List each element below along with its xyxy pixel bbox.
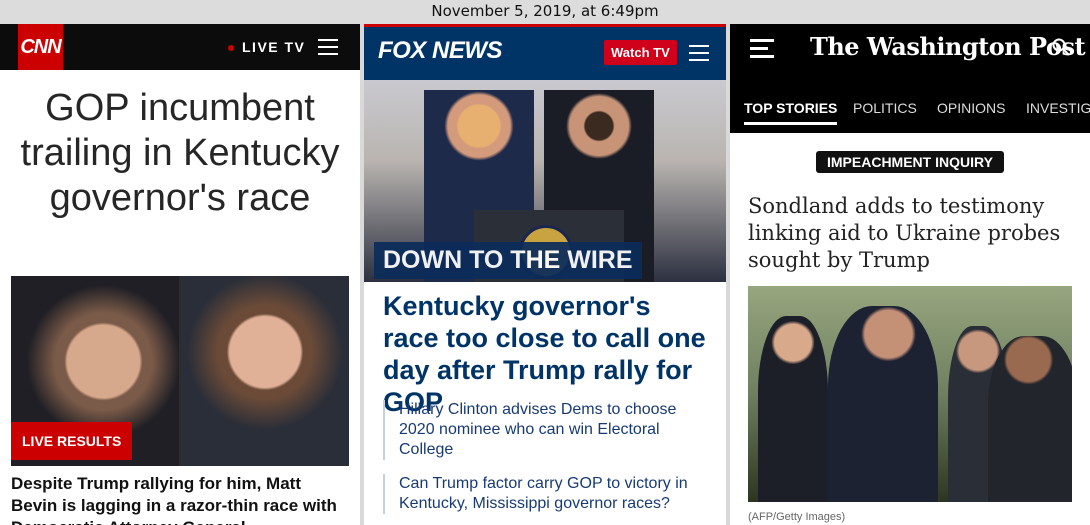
related-link[interactable]: Hillary Clinton advises Dems to choose 2… <box>383 400 703 460</box>
fox-banner: DOWN TO THE WIRE <box>374 242 642 279</box>
wapo-headline[interactable]: Sondland adds to testimony linking aid t… <box>748 193 1078 274</box>
cnn-subhead[interactable]: Despite Trump rallying for him, Matt Bev… <box>11 473 351 525</box>
cnn-headline[interactable]: GOP incumbent trailing in Kentucky gover… <box>0 86 360 221</box>
photo-right <box>181 276 349 466</box>
person <box>828 306 938 502</box>
cnn-panel: CNN LIVE TV GOP incumbent trailing in Ke… <box>0 24 360 525</box>
wapo-nav: TOP STORIES POLITICS OPINIONS INVESTIGA <box>730 92 1090 133</box>
tab-investigations[interactable]: INVESTIGA <box>1026 100 1090 116</box>
search-icon[interactable] <box>1052 38 1070 56</box>
menu-icon[interactable] <box>689 45 709 61</box>
live-results-badge[interactable]: LIVE RESULTS <box>11 422 133 460</box>
cnn-header: CNN LIVE TV <box>0 24 360 70</box>
fox-header: FOX NEWS Watch TV <box>364 24 726 80</box>
related-link[interactable]: Can Trump factor carry GOP to victory in… <box>383 474 703 514</box>
tab-top-stories[interactable]: TOP STORIES <box>744 100 838 125</box>
tab-politics[interactable]: POLITICS <box>853 100 917 116</box>
person <box>758 316 828 502</box>
wapo-header: The Washington Post TOP STORIES POLITICS… <box>730 24 1090 133</box>
menu-icon[interactable] <box>318 39 338 55</box>
cnn-logo[interactable]: CNN <box>18 24 63 70</box>
timestamp-bar: November 5, 2019, at 6:49pm <box>0 0 1090 24</box>
wapo-panel: The Washington Post TOP STORIES POLITICS… <box>730 24 1090 525</box>
fox-logo[interactable]: FOX NEWS <box>378 37 503 65</box>
live-dot-icon <box>228 45 234 52</box>
fox-panel: FOX NEWS Watch TV DOWN TO THE WIRE Kentu… <box>364 24 726 525</box>
tab-opinions[interactable]: OPINIONS <box>937 100 1005 116</box>
watch-tv-button[interactable]: Watch TV <box>604 40 677 65</box>
live-tv-label: LIVE TV <box>242 39 306 55</box>
wapo-photo[interactable] <box>748 286 1072 502</box>
timestamp: November 5, 2019, at 6:49pm <box>431 2 659 20</box>
fox-headline[interactable]: Kentucky governor's race too close to ca… <box>383 290 713 418</box>
photo-credit: (AFP/Getty Images) <box>748 511 846 523</box>
person <box>988 336 1072 502</box>
wapo-kicker[interactable]: IMPEACHMENT INQUIRY <box>816 151 1004 173</box>
live-tv-link[interactable]: LIVE TV <box>228 24 305 70</box>
menu-icon[interactable] <box>750 39 774 58</box>
wapo-logo[interactable]: The Washington Post <box>810 32 1086 61</box>
